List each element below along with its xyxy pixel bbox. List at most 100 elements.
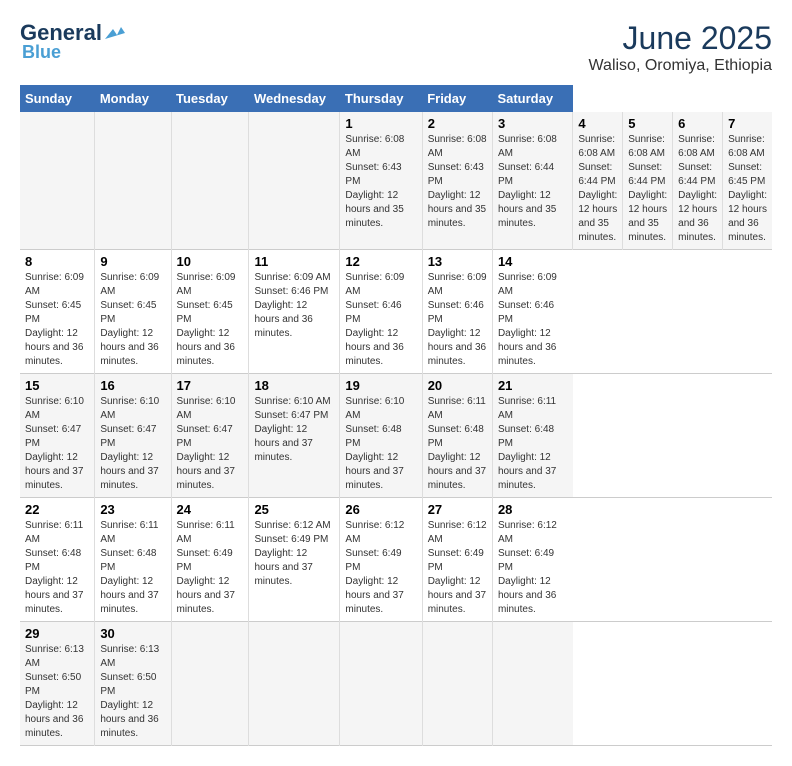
calendar-cell bbox=[171, 622, 249, 746]
day-info: Sunrise: 6:09 AMSunset: 6:46 PMDaylight:… bbox=[498, 271, 568, 369]
calendar-cell: 22 Sunrise: 6:11 AMSunset: 6:48 PMDayligh… bbox=[20, 498, 95, 622]
calendar-cell: 16Sunrise: 6:10 AMSunset: 6:47 PMDayligh… bbox=[95, 374, 171, 498]
header: General Blue June 2025 Waliso, Oromiya, … bbox=[20, 20, 772, 75]
day-number: 25 bbox=[254, 502, 334, 517]
location-title: Waliso, Oromiya, Ethiopia bbox=[589, 57, 772, 75]
header-tuesday: Tuesday bbox=[171, 85, 249, 112]
calendar-cell: 23Sunrise: 6:11 AMSunset: 6:48 PMDayligh… bbox=[95, 498, 171, 622]
day-number: 17 bbox=[177, 378, 244, 393]
header-monday: Monday bbox=[95, 85, 171, 112]
day-number: 13 bbox=[428, 254, 487, 269]
logo: General Blue bbox=[20, 20, 126, 63]
day-number: 19 bbox=[345, 378, 416, 393]
day-info: Sunrise: 6:12 AMSunset: 6:49 PMDaylight:… bbox=[498, 519, 568, 617]
calendar-cell bbox=[171, 112, 249, 250]
day-info: Sunrise: 6:09 AMSunset: 6:45 PMDaylight:… bbox=[25, 271, 89, 369]
calendar-week-row: 29 Sunrise: 6:13 AMSunset: 6:50 PMDayligh… bbox=[20, 622, 772, 746]
day-info: Sunrise: 6:08 AMSunset: 6:43 PMDaylight:… bbox=[428, 133, 487, 231]
calendar-cell: 15Sunrise: 6:10 AMSunset: 6:47 PMDayligh… bbox=[20, 374, 95, 498]
day-info: Sunrise: 6:08 AMSunset: 6:44 PMDaylight:… bbox=[678, 133, 717, 245]
month-title: June 2025 bbox=[589, 20, 772, 57]
calendar-week-row: 1 Sunrise: 6:08 AMSunset: 6:43 PMDaylight… bbox=[20, 112, 772, 250]
calendar-cell: 19 Sunrise: 6:10 AMSunset: 6:48 PMDayligh… bbox=[340, 374, 422, 498]
calendar-cell: 10 Sunrise: 6:09 AMSunset: 6:45 PMDayligh… bbox=[171, 250, 249, 374]
calendar-cell: 26Sunrise: 6:12 AMSunset: 6:49 PMDayligh… bbox=[340, 498, 422, 622]
logo-blue: Blue bbox=[22, 42, 61, 63]
day-info: Sunrise: 6:09 AMSunset: 6:45 PMDaylight:… bbox=[177, 271, 244, 369]
calendar-cell: 29 Sunrise: 6:13 AMSunset: 6:50 PMDayligh… bbox=[20, 622, 95, 746]
calendar-cell: 21Sunrise: 6:11 AMSunset: 6:48 PMDayligh… bbox=[492, 374, 572, 498]
calendar-body: 1 Sunrise: 6:08 AMSunset: 6:43 PMDaylight… bbox=[20, 112, 772, 746]
calendar-week-row: 15 Sunrise: 6:10 AMSunset: 6:47 PMDayligh… bbox=[20, 374, 772, 498]
calendar-cell: 25 Sunrise: 6:12 AMSunset: 6:49 PMDayligh… bbox=[249, 498, 340, 622]
day-info: Sunrise: 6:13 AMSunset: 6:50 PMDaylight:… bbox=[100, 643, 165, 741]
day-info: Sunrise: 6:12 AMSunset: 6:49 PMDaylight:… bbox=[254, 519, 334, 589]
day-info: Sunrise: 6:09 AMSunset: 6:45 PMDaylight:… bbox=[100, 271, 165, 369]
day-number: 4 bbox=[578, 116, 617, 131]
calendar-cell: 24Sunrise: 6:11 AMSunset: 6:49 PMDayligh… bbox=[171, 498, 249, 622]
day-number: 9 bbox=[100, 254, 165, 269]
header-thursday: Thursday bbox=[340, 85, 422, 112]
calendar-table: Sunday Monday Tuesday Wednesday Thursday… bbox=[20, 85, 772, 746]
day-info: Sunrise: 6:08 AMSunset: 6:43 PMDaylight:… bbox=[345, 133, 416, 231]
day-number: 26 bbox=[345, 502, 416, 517]
day-info: Sunrise: 6:12 AMSunset: 6:49 PMDaylight:… bbox=[428, 519, 487, 617]
day-number: 22 bbox=[25, 502, 89, 517]
day-number: 21 bbox=[498, 378, 568, 393]
day-number: 29 bbox=[25, 626, 89, 641]
day-number: 16 bbox=[100, 378, 165, 393]
calendar-cell bbox=[422, 622, 492, 746]
day-number: 18 bbox=[254, 378, 334, 393]
logo-bird-icon bbox=[103, 25, 125, 41]
day-info: Sunrise: 6:10 AMSunset: 6:47 PMDaylight:… bbox=[177, 395, 244, 493]
header-saturday: Saturday bbox=[492, 85, 572, 112]
day-number: 3 bbox=[498, 116, 567, 131]
day-info: Sunrise: 6:11 AMSunset: 6:49 PMDaylight:… bbox=[177, 519, 244, 617]
day-info: Sunrise: 6:08 AMSunset: 6:44 PMDaylight:… bbox=[578, 133, 617, 245]
header-friday: Friday bbox=[422, 85, 492, 112]
calendar-cell: 4 Sunrise: 6:08 AMSunset: 6:44 PMDaylight… bbox=[573, 112, 623, 250]
day-number: 28 bbox=[498, 502, 568, 517]
day-info: Sunrise: 6:11 AMSunset: 6:48 PMDaylight:… bbox=[428, 395, 487, 493]
day-info: Sunrise: 6:10 AMSunset: 6:47 PMDaylight:… bbox=[254, 395, 334, 465]
calendar-cell: 27Sunrise: 6:12 AMSunset: 6:49 PMDayligh… bbox=[422, 498, 492, 622]
calendar-cell: 7 Sunrise: 6:08 AMSunset: 6:45 PMDaylight… bbox=[723, 112, 772, 250]
calendar-cell: 1 Sunrise: 6:08 AMSunset: 6:43 PMDaylight… bbox=[340, 112, 422, 250]
calendar-cell: 17 Sunrise: 6:10 AMSunset: 6:47 PMDayligh… bbox=[171, 374, 249, 498]
day-info: Sunrise: 6:08 AMSunset: 6:44 PMDaylight:… bbox=[498, 133, 567, 231]
day-number: 15 bbox=[25, 378, 89, 393]
day-info: Sunrise: 6:09 AMSunset: 6:46 PMDaylight:… bbox=[345, 271, 416, 369]
day-info: Sunrise: 6:11 AMSunset: 6:48 PMDaylight:… bbox=[100, 519, 165, 617]
calendar-cell: 8Sunrise: 6:09 AMSunset: 6:45 PMDaylight… bbox=[20, 250, 95, 374]
calendar-cell: 6 Sunrise: 6:08 AMSunset: 6:44 PMDaylight… bbox=[673, 112, 723, 250]
day-number: 1 bbox=[345, 116, 416, 131]
header-sunday: Sunday bbox=[20, 85, 95, 112]
day-number: 5 bbox=[628, 116, 667, 131]
day-info: Sunrise: 6:08 AMSunset: 6:45 PMDaylight:… bbox=[728, 133, 767, 245]
calendar-cell: 30 Sunrise: 6:13 AMSunset: 6:50 PMDayligh… bbox=[95, 622, 171, 746]
day-number: 10 bbox=[177, 254, 244, 269]
calendar-header: Sunday Monday Tuesday Wednesday Thursday… bbox=[20, 85, 772, 112]
calendar-cell: 14 Sunrise: 6:09 AMSunset: 6:46 PMDayligh… bbox=[492, 250, 572, 374]
day-number: 14 bbox=[498, 254, 568, 269]
day-number: 6 bbox=[678, 116, 717, 131]
calendar-cell: 20 Sunrise: 6:11 AMSunset: 6:48 PMDayligh… bbox=[422, 374, 492, 498]
day-number: 30 bbox=[100, 626, 165, 641]
calendar-cell: 11Sunrise: 6:09 AMSunset: 6:46 PMDayligh… bbox=[249, 250, 340, 374]
calendar-cell bbox=[492, 622, 572, 746]
calendar-cell: 18 Sunrise: 6:10 AMSunset: 6:47 PMDayligh… bbox=[249, 374, 340, 498]
day-info: Sunrise: 6:09 AMSunset: 6:46 PMDaylight:… bbox=[254, 271, 334, 341]
day-number: 2 bbox=[428, 116, 487, 131]
day-number: 20 bbox=[428, 378, 487, 393]
calendar-cell: 2 Sunrise: 6:08 AMSunset: 6:43 PMDaylight… bbox=[422, 112, 492, 250]
day-info: Sunrise: 6:13 AMSunset: 6:50 PMDaylight:… bbox=[25, 643, 89, 741]
header-wednesday: Wednesday bbox=[249, 85, 340, 112]
title-area: June 2025 Waliso, Oromiya, Ethiopia bbox=[589, 20, 772, 75]
day-number: 7 bbox=[728, 116, 767, 131]
calendar-cell: 9 Sunrise: 6:09 AMSunset: 6:45 PMDaylight… bbox=[95, 250, 171, 374]
calendar-cell: 5Sunrise: 6:08 AMSunset: 6:44 PMDaylight… bbox=[623, 112, 673, 250]
day-info: Sunrise: 6:09 AMSunset: 6:46 PMDaylight:… bbox=[428, 271, 487, 369]
calendar-cell: 13 Sunrise: 6:09 AMSunset: 6:46 PMDayligh… bbox=[422, 250, 492, 374]
day-info: Sunrise: 6:10 AMSunset: 6:48 PMDaylight:… bbox=[345, 395, 416, 493]
day-info: Sunrise: 6:11 AMSunset: 6:48 PMDaylight:… bbox=[25, 519, 89, 617]
